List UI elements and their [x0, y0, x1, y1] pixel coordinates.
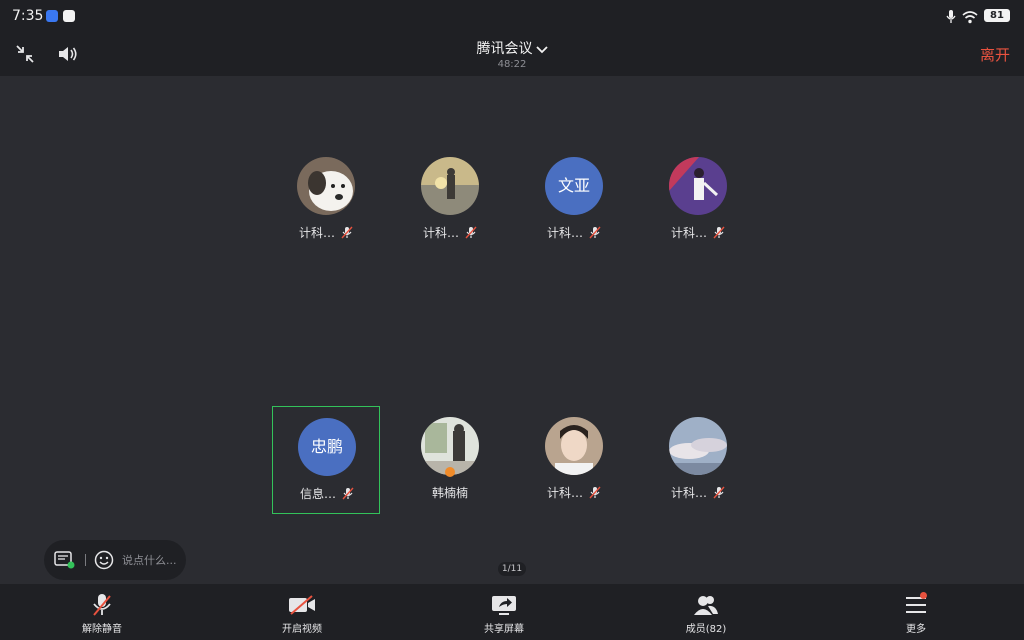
meeting-header: 腾讯会议 48:22 离开: [0, 32, 1024, 76]
avatar-dog: [297, 157, 355, 215]
participant-tile[interactable]: 计科…: [396, 146, 504, 254]
participant-tile[interactable]: 韩楠楠: [396, 406, 504, 514]
participant-name: 计科…: [422, 226, 459, 240]
members-label: 成员(82): [685, 624, 727, 635]
participant-name: 计科…: [298, 226, 335, 240]
members-icon: [666, 592, 746, 618]
participant-name: 信息…: [299, 487, 336, 501]
avatar-clouds: [669, 417, 727, 475]
avatar-initials: 文亚: [545, 157, 603, 215]
chevron-down-icon: [535, 39, 548, 58]
share-screen-icon: [464, 592, 544, 618]
chat-list-icon[interactable]: [54, 551, 76, 573]
video-label: 开启视频: [282, 624, 322, 635]
avatar-dancer: [669, 157, 727, 215]
participant-tile[interactable]: 计科…: [272, 146, 380, 254]
battery-icon: 81: [984, 9, 1010, 22]
unmute-button[interactable]: 解除静音: [62, 592, 142, 640]
unmute-label: 解除静音: [82, 624, 122, 635]
participant-name: 计科…: [670, 226, 707, 240]
participant-name-row: 计科…: [520, 484, 628, 502]
qq-icon: [63, 10, 75, 22]
mic-muted-icon: [589, 226, 601, 242]
meeting-title-button[interactable]: 腾讯会议 48:22: [440, 38, 584, 70]
mic-muted-icon: [713, 226, 725, 242]
participant-name: 计科…: [670, 486, 707, 500]
participant-name-row: 计科…: [644, 224, 752, 242]
menu-icon: [876, 592, 956, 618]
participant-tile-active-speaker[interactable]: 忠鹏 信息…: [272, 406, 380, 514]
participant-tile[interactable]: 计科…: [520, 406, 628, 514]
participant-tile[interactable]: 计科…: [644, 146, 752, 254]
chat-input-pill[interactable]: 说点什么...: [44, 540, 186, 580]
mic-muted-icon: [589, 486, 601, 502]
participant-name-row: 计科…: [644, 484, 752, 502]
more-label: 更多: [906, 624, 926, 635]
avatar-initials: 忠鹏: [298, 418, 356, 476]
wifi-icon: [962, 9, 978, 28]
speaker-icon[interactable]: [56, 43, 80, 69]
status-bar: 7:35 81: [0, 0, 1024, 32]
leave-button[interactable]: 离开: [980, 44, 1010, 65]
meeting-timer: 48:22: [497, 59, 527, 70]
avatar-young-man: [545, 417, 603, 475]
meeting-title: 腾讯会议: [476, 41, 533, 57]
shrink-icon[interactable]: [14, 43, 36, 69]
mic-muted-icon: [713, 486, 725, 502]
avatar-sunset-person: [421, 157, 479, 215]
mic-icon: [946, 9, 956, 28]
meeting-toolbar: 解除静音 开启视频 共享屏幕 成员(82) 更多: [0, 584, 1024, 640]
participant-name: 韩楠楠: [431, 486, 468, 500]
participant-name-row: 计科…: [272, 224, 380, 242]
more-button[interactable]: 更多: [876, 592, 956, 640]
chat-placeholder[interactable]: 说点什么...: [122, 552, 177, 568]
mic-muted-icon: [341, 226, 353, 242]
emoji-icon[interactable]: [94, 550, 114, 574]
notification-dot: [920, 592, 927, 599]
share-screen-button[interactable]: 共享屏幕: [464, 592, 544, 640]
members-button[interactable]: 成员(82): [666, 592, 746, 640]
start-video-button[interactable]: 开启视频: [262, 592, 342, 640]
share-label: 共享屏幕: [484, 624, 524, 635]
participant-grid: 计科… 计科… 文亚 计科… 计科… 忠鹏 信息… 韩楠楠 计科… 计科…: [0, 76, 1024, 584]
mic-muted-icon: [342, 487, 354, 503]
participant-name-row: 韩楠楠: [396, 484, 504, 501]
status-time: 7:35: [12, 8, 44, 24]
divider: [85, 554, 86, 566]
sharing-badge-icon: [445, 467, 455, 477]
participant-tile[interactable]: 文亚 计科…: [520, 146, 628, 254]
participant-name-row: 计科…: [520, 224, 628, 242]
participant-name-row: 信息…: [273, 485, 381, 503]
app-icon: [46, 10, 58, 22]
video-off-icon: [262, 592, 342, 618]
participant-name-row: 计科…: [396, 224, 504, 242]
mic-muted-icon: [465, 226, 477, 242]
participant-name: 计科…: [546, 226, 583, 240]
participant-tile[interactable]: 计科…: [644, 406, 752, 514]
mic-muted-icon: [62, 592, 142, 618]
participant-name: 计科…: [546, 486, 583, 500]
page-indicator: 1/11: [498, 562, 526, 576]
